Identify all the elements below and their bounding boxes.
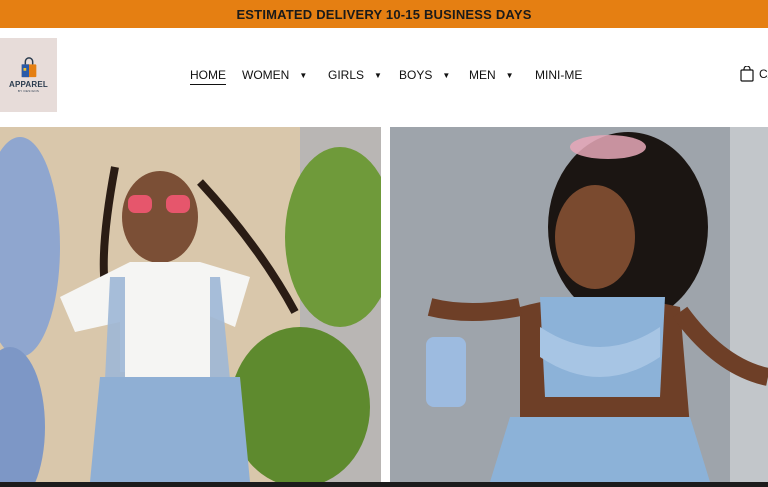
nav-item-boys[interactable]: BOYS ▼ (399, 68, 450, 82)
nav-item-mini-me[interactable]: MINI-ME (535, 68, 582, 82)
site-logo[interactable]: APPAREL BY DESIGNS (0, 38, 57, 112)
nav-boys-label: BOYS (399, 68, 433, 82)
hero-bottom-divider (0, 482, 768, 487)
nav-girls-label: GIRLS (328, 68, 365, 82)
hero-banner (0, 126, 768, 487)
shopping-bag-icon (740, 66, 754, 82)
logo-brand-text: APPAREL (8, 80, 49, 89)
hero-image-right[interactable] (390, 127, 768, 482)
nav-men-label: MEN (469, 68, 496, 82)
cart-label: CART (759, 67, 768, 81)
nav-mini-me-label: MINI-ME (535, 68, 583, 82)
chevron-down-icon: ▼ (299, 70, 308, 80)
nav-item-men[interactable]: MEN ▼ (469, 68, 514, 82)
nav-home-label: HOME (190, 68, 226, 85)
chevron-down-icon: ▼ (505, 70, 514, 80)
hero-image-left[interactable] (0, 127, 381, 482)
shopping-bag-icon (21, 57, 36, 78)
nav-item-women[interactable]: WOMEN ▼ (242, 68, 307, 82)
announcement-bar: ESTIMATED DELIVERY 10-15 BUSINESS DAYS (0, 0, 768, 28)
announcement-text: ESTIMATED DELIVERY 10-15 BUSINESS DAYS (236, 6, 532, 22)
cart-link[interactable]: CART (740, 66, 768, 82)
chevron-down-icon: ▼ (442, 70, 451, 80)
nav-item-girls[interactable]: GIRLS ▼ (328, 68, 382, 82)
nav-women-label: WOMEN (242, 68, 290, 82)
chevron-down-icon: ▼ (374, 70, 382, 80)
logo-sub-text: BY DESIGNS (17, 89, 40, 93)
site-header: APPAREL BY DESIGNS HOME WOMEN ▼ GIRLS ▼ … (0, 28, 768, 126)
nav-item-home[interactable]: HOME (190, 68, 226, 85)
